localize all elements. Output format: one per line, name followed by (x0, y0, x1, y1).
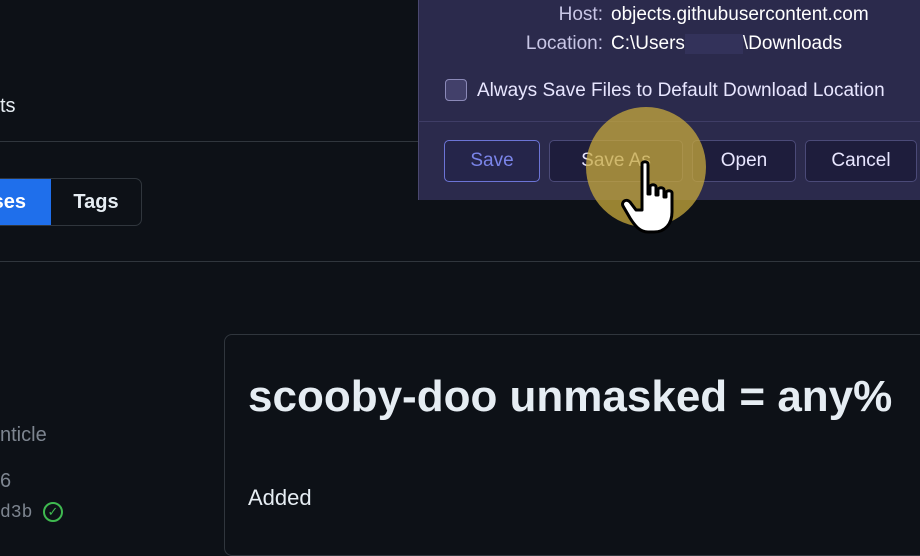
releases-tags-toggle: ses Tags (0, 178, 142, 226)
redacted-username (684, 33, 743, 54)
always-save-label[interactable]: Always Save Files to Default Download Lo… (477, 80, 885, 102)
save-button[interactable]: Save (444, 140, 540, 182)
hand-cursor-icon (621, 160, 674, 234)
cancel-button[interactable]: Cancel (805, 140, 917, 182)
location-suffix: \Downloads (742, 33, 843, 54)
divider (0, 141, 430, 142)
sidebar-text: 6 (0, 470, 12, 492)
tab-releases[interactable]: ses (0, 179, 51, 225)
divider (0, 261, 920, 262)
nav-item-partial[interactable]: ts (0, 95, 16, 118)
location-prefix: C:\Users (611, 33, 685, 54)
sidebar-text: nticle (0, 424, 47, 446)
open-button[interactable]: Open (692, 140, 796, 182)
always-save-checkbox[interactable] (445, 79, 467, 101)
location-value: C:\Users \Downloads (611, 33, 842, 55)
verified-check-icon: ✓ (43, 502, 63, 522)
commit-hash-link[interactable]: d3b (0, 503, 32, 523)
release-card (224, 334, 920, 556)
host-label: Host: (558, 4, 603, 25)
host-value: objects.githubusercontent.com (611, 4, 869, 25)
location-label: Location: (525, 33, 603, 54)
release-section-heading: Added (248, 485, 312, 510)
tab-tags[interactable]: Tags (51, 179, 141, 225)
release-title[interactable]: scooby-doo unmasked = any% (248, 372, 892, 422)
